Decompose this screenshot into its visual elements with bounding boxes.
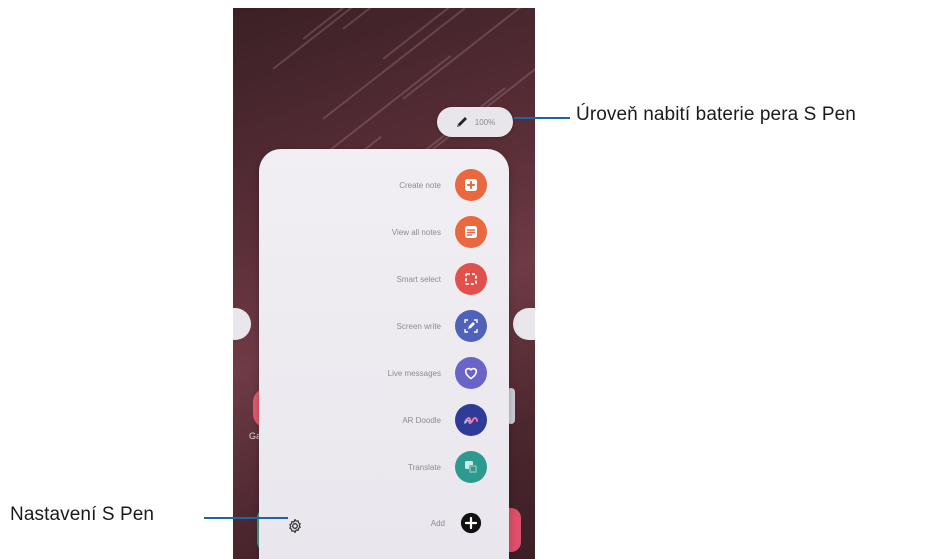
- menu-item-label: Add: [430, 518, 445, 528]
- s-pen-battery-indicator: 100%: [437, 107, 513, 137]
- screen-write-icon: [455, 310, 487, 342]
- menu-item-smart-select[interactable]: Smart select: [259, 259, 509, 299]
- menu-item-label: Live messages: [387, 368, 441, 378]
- translate-icon: [455, 451, 487, 483]
- settings-callout-label: Nastavení S Pen: [10, 504, 155, 525]
- wallpaper-streak: [342, 8, 517, 30]
- menu-item-translate[interactable]: Translate: [259, 447, 509, 487]
- battery-callout-label: Úroveň nabití baterie pera S Pen: [576, 104, 856, 125]
- phone-screen: Ga 100% Create note View all notes Smart…: [233, 8, 535, 559]
- menu-item-ar-doodle[interactable]: AR Doodle: [259, 400, 509, 440]
- battery-callout-line: [514, 117, 570, 119]
- view-notes-icon: [455, 216, 487, 248]
- create-note-icon: [455, 169, 487, 201]
- menu-item-live-messages[interactable]: Live messages: [259, 353, 509, 393]
- ar-doodle-icon: [455, 404, 487, 436]
- menu-item-label: Screen write: [396, 321, 441, 331]
- menu-item-label: View all notes: [391, 227, 441, 237]
- menu-item-label: Create note: [399, 180, 441, 190]
- menu-item-view-all-notes[interactable]: View all notes: [259, 212, 509, 252]
- menu-item-create-note[interactable]: Create note: [259, 165, 509, 205]
- menu-item-label: Smart select: [396, 274, 441, 284]
- menu-item-label: AR Doodle: [402, 415, 441, 425]
- add-icon: [459, 511, 483, 535]
- gear-icon: [289, 518, 301, 534]
- smart-select-icon: [455, 263, 487, 295]
- edge-panel-handle-left[interactable]: [233, 308, 251, 340]
- s-pen-icon: [456, 117, 467, 127]
- battery-level-text: 100%: [474, 117, 496, 127]
- settings-callout-line: [204, 517, 288, 519]
- air-command-panel: Create note View all notes Smart select …: [259, 149, 509, 559]
- s-pen-settings-button[interactable]: [285, 516, 305, 536]
- menu-item-label: Translate: [407, 462, 441, 472]
- edge-panel-handle-right[interactable]: [513, 308, 535, 340]
- wallpaper-streak: [322, 8, 466, 120]
- wallpaper-streak: [302, 8, 509, 40]
- menu-item-screen-write[interactable]: Screen write: [259, 306, 509, 346]
- live-messages-icon: [455, 357, 487, 389]
